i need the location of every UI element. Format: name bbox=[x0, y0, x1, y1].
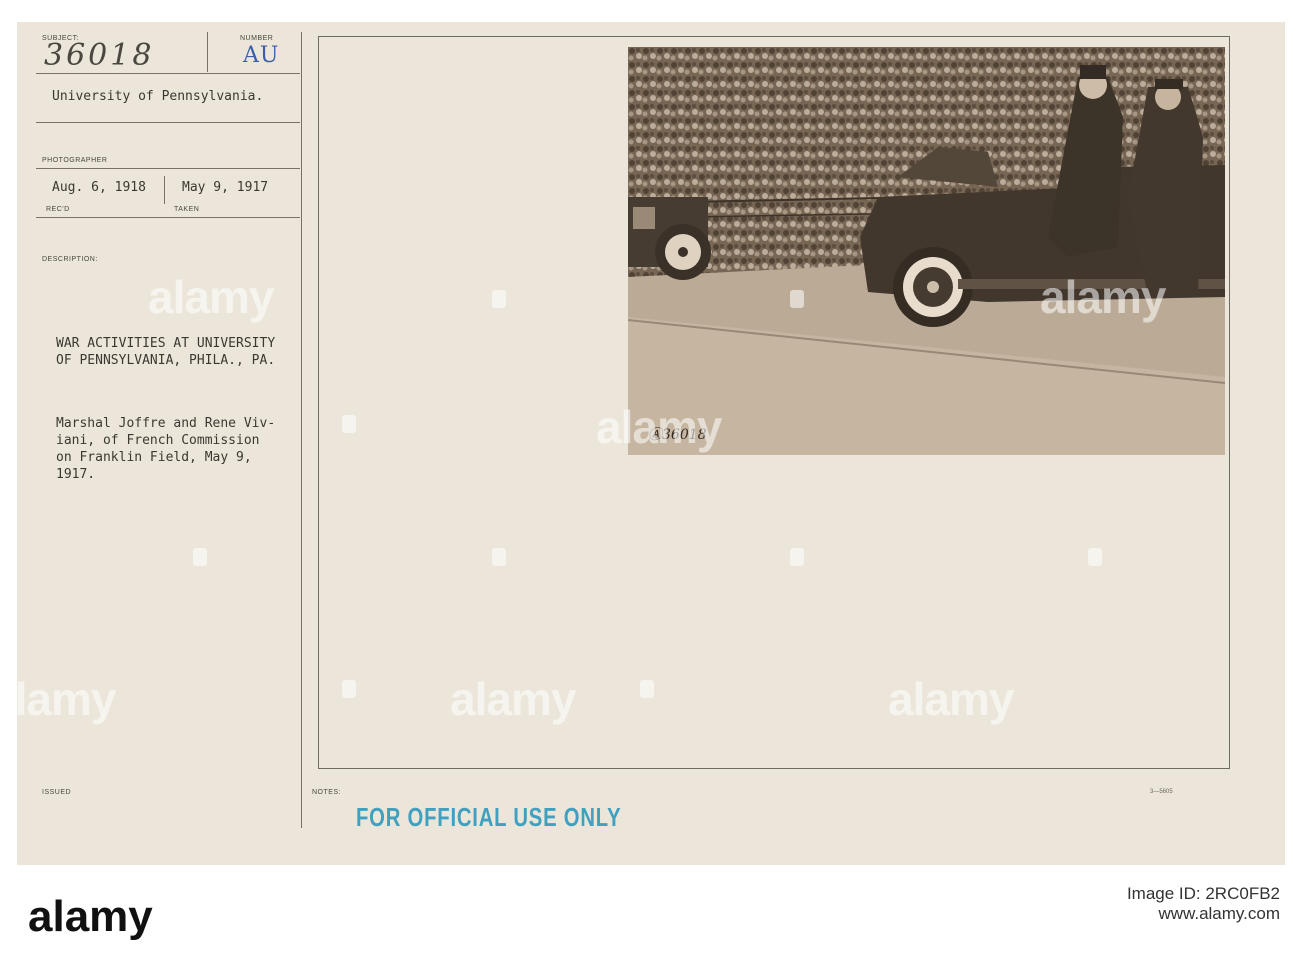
recd-date: Aug. 6, 1918 bbox=[52, 180, 146, 195]
watermark-2: alamy bbox=[1040, 271, 1166, 323]
taken-label: TAKEN bbox=[174, 206, 200, 213]
site-url: www.alamy.com bbox=[1158, 904, 1280, 923]
historic-photograph bbox=[628, 47, 1225, 455]
official-use-stamp: FOR OFFICIAL USE ONLY bbox=[356, 802, 622, 832]
date-divider bbox=[164, 176, 165, 204]
watermark-mark bbox=[790, 290, 804, 308]
description-title: WAR ACTIVITIES AT UNIVERSITY OF PENNSYLV… bbox=[56, 336, 276, 368]
watermark-mark bbox=[342, 415, 356, 433]
watermark-5: alamy bbox=[450, 673, 576, 725]
watermark-mark bbox=[492, 548, 506, 566]
watermark-mark bbox=[1088, 548, 1102, 566]
subject-number: 36018 bbox=[44, 38, 155, 73]
subject-text: University of Pennsylvania. bbox=[52, 89, 264, 104]
subject-text-underline bbox=[36, 122, 300, 123]
description-body: Marshal Joffre and Rene Viv- iani, of Fr… bbox=[56, 416, 276, 482]
recd-label: REC'D bbox=[46, 206, 70, 213]
crowd-and-cars-illustration bbox=[628, 47, 1225, 455]
brand-logo: alamy bbox=[28, 892, 153, 941]
photographer-underline bbox=[36, 168, 300, 169]
number-label: NUMBER bbox=[240, 35, 274, 42]
issued-label: ISSUED bbox=[42, 789, 72, 796]
watermark-3: alamy bbox=[596, 401, 722, 453]
notes-label: NOTES: bbox=[312, 789, 342, 796]
taken-date: May 9, 1917 bbox=[182, 180, 269, 195]
watermark-mark bbox=[492, 290, 506, 308]
watermark-mark bbox=[640, 680, 654, 698]
subject-divider bbox=[207, 32, 208, 72]
watermark-6: alamy bbox=[888, 673, 1014, 725]
image-id: Image ID: 2RC0FB2 bbox=[1126, 884, 1280, 903]
watermark-4: alamy bbox=[0, 673, 116, 725]
watermark-mark bbox=[342, 680, 356, 698]
description-label: DESCRIPTION: bbox=[42, 256, 98, 263]
stock-footer-bar bbox=[0, 865, 1300, 955]
column-divider bbox=[301, 32, 302, 828]
form-number: 3—5605 bbox=[1150, 789, 1173, 795]
number-stamp: AU bbox=[243, 43, 280, 68]
photographer-label: PHOTOGRAPHER bbox=[42, 157, 108, 164]
watermark-mark bbox=[193, 548, 207, 566]
subject-underline bbox=[36, 73, 300, 74]
watermark-mark bbox=[790, 548, 804, 566]
image-id-block: Image ID: 2RC0FB2 www.alamy.com bbox=[1127, 884, 1280, 924]
watermark-1: alamy bbox=[148, 271, 274, 323]
date-underline bbox=[36, 217, 300, 218]
